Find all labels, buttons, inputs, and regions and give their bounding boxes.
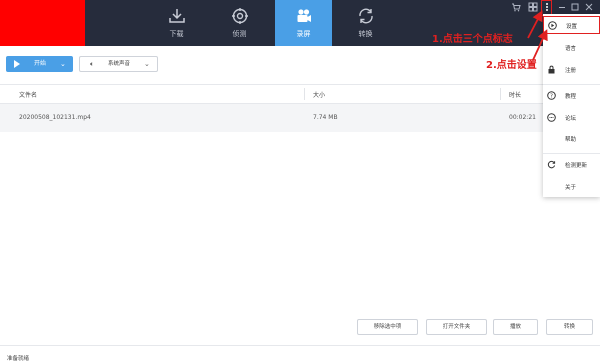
arrow-to-settings xyxy=(532,29,548,61)
arrow-to-more-icon xyxy=(527,10,543,39)
annotation-arrows xyxy=(527,10,548,61)
